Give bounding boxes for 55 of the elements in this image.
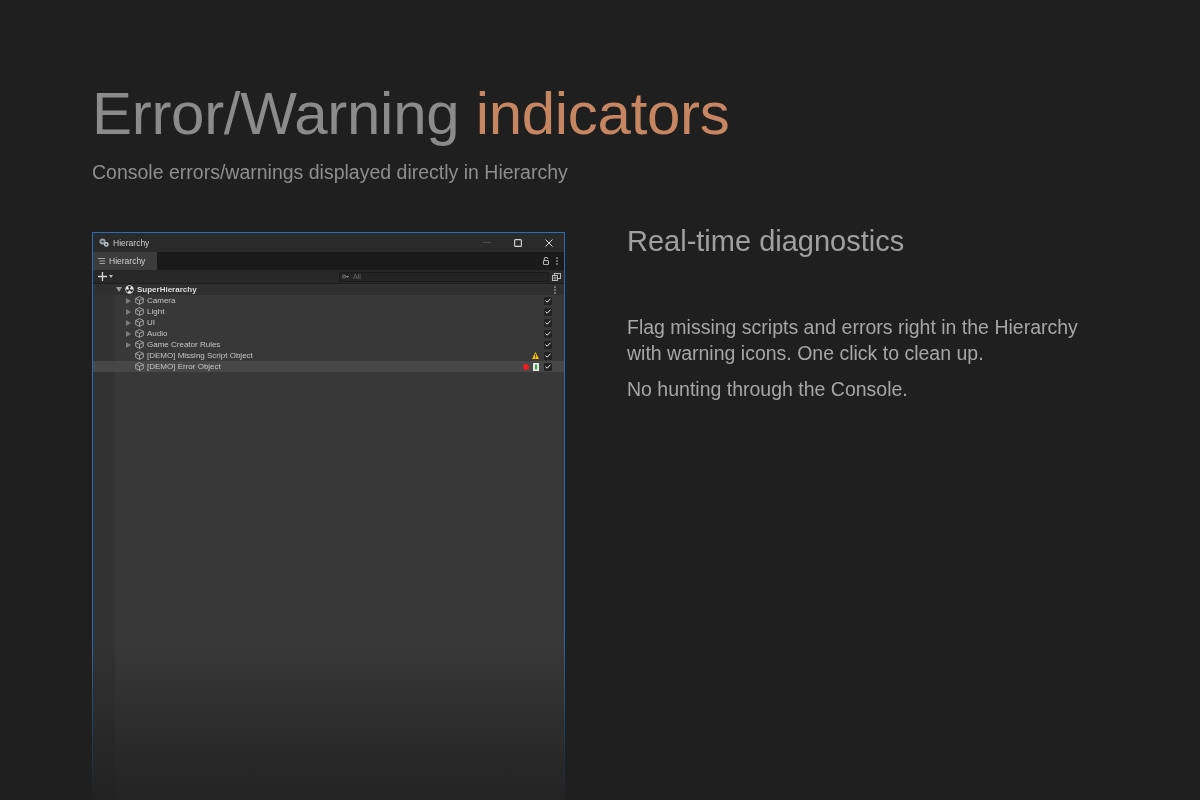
- caret-icon: [109, 275, 113, 278]
- active-checkbox[interactable]: [544, 296, 552, 305]
- object-name: UI: [147, 318, 155, 327]
- close-icon[interactable]: [544, 238, 553, 247]
- collapsed-arrow-icon[interactable]: [126, 297, 131, 304]
- active-checkbox[interactable]: [544, 351, 552, 360]
- list-icon: [98, 258, 105, 264]
- cube-icon: [135, 318, 144, 327]
- scene-name: SuperHierarchy: [137, 285, 197, 294]
- hierarchy-row[interactable]: [DEMO] Missing Script Object: [93, 350, 564, 361]
- feature-title: Real-time diagnostics: [627, 224, 905, 258]
- hierarchy-row[interactable]: Light: [93, 306, 564, 317]
- plus-icon: [98, 272, 107, 281]
- hierarchy-row[interactable]: UI: [93, 317, 564, 328]
- cube-icon: [135, 340, 144, 349]
- scene-search-icon[interactable]: [552, 272, 561, 281]
- collapsed-arrow-icon[interactable]: [126, 308, 131, 315]
- script-file-icon: [533, 362, 539, 371]
- cube-icon: [135, 351, 144, 360]
- maximize-icon[interactable]: [513, 238, 522, 247]
- active-checkbox[interactable]: [544, 318, 552, 327]
- cube-icon: [135, 362, 144, 371]
- hierarchy-tab[interactable]: Hierarchy: [93, 252, 157, 270]
- gears-icon: [99, 238, 109, 247]
- active-checkbox[interactable]: [544, 340, 552, 349]
- add-button[interactable]: [97, 270, 114, 283]
- feature-text: Flag missing scripts and errors right in the Hierarchy with warning icons. One click to clean up.: [627, 315, 1079, 366]
- hierarchy-row[interactable]: Audio: [93, 328, 564, 339]
- collapsed-arrow-icon[interactable]: [126, 330, 131, 337]
- active-checkbox[interactable]: [544, 329, 552, 338]
- search-icon: [342, 274, 349, 279]
- active-checkbox[interactable]: [544, 362, 552, 371]
- object-name: [DEMO] Missing Script Object: [147, 351, 253, 360]
- error-icon: [523, 363, 529, 370]
- page-title: Error/Warning indicators: [92, 79, 730, 149]
- object-name: Light: [147, 307, 165, 316]
- collapsed-arrow-icon[interactable]: [126, 341, 131, 348]
- warning-icon: [532, 352, 539, 359]
- hierarchy-row[interactable]: Camera: [93, 295, 564, 306]
- lock-icon[interactable]: [543, 257, 549, 265]
- object-name: [DEMO] Error Object: [147, 362, 221, 371]
- object-name: Camera: [147, 296, 176, 305]
- cube-icon: [135, 307, 144, 316]
- object-name: Game Creator Rules: [147, 340, 221, 349]
- active-checkbox[interactable]: [544, 307, 552, 316]
- hierarchy-row[interactable]: [DEMO] Error Object: [93, 361, 564, 372]
- expanded-arrow-icon[interactable]: [116, 287, 122, 292]
- page-subtitle: Console errors/warnings displayed directly in Hierarchy: [92, 160, 568, 184]
- cube-icon: [135, 296, 144, 305]
- cube-icon: [135, 329, 144, 338]
- object-name: Audio: [147, 329, 168, 338]
- collapsed-arrow-icon[interactable]: [126, 319, 131, 326]
- window-title: Hierarchy: [113, 237, 150, 248]
- feature-text: No hunting through the Console.: [627, 377, 908, 402]
- hierarchy-row[interactable]: Game Creator Rules: [93, 339, 564, 350]
